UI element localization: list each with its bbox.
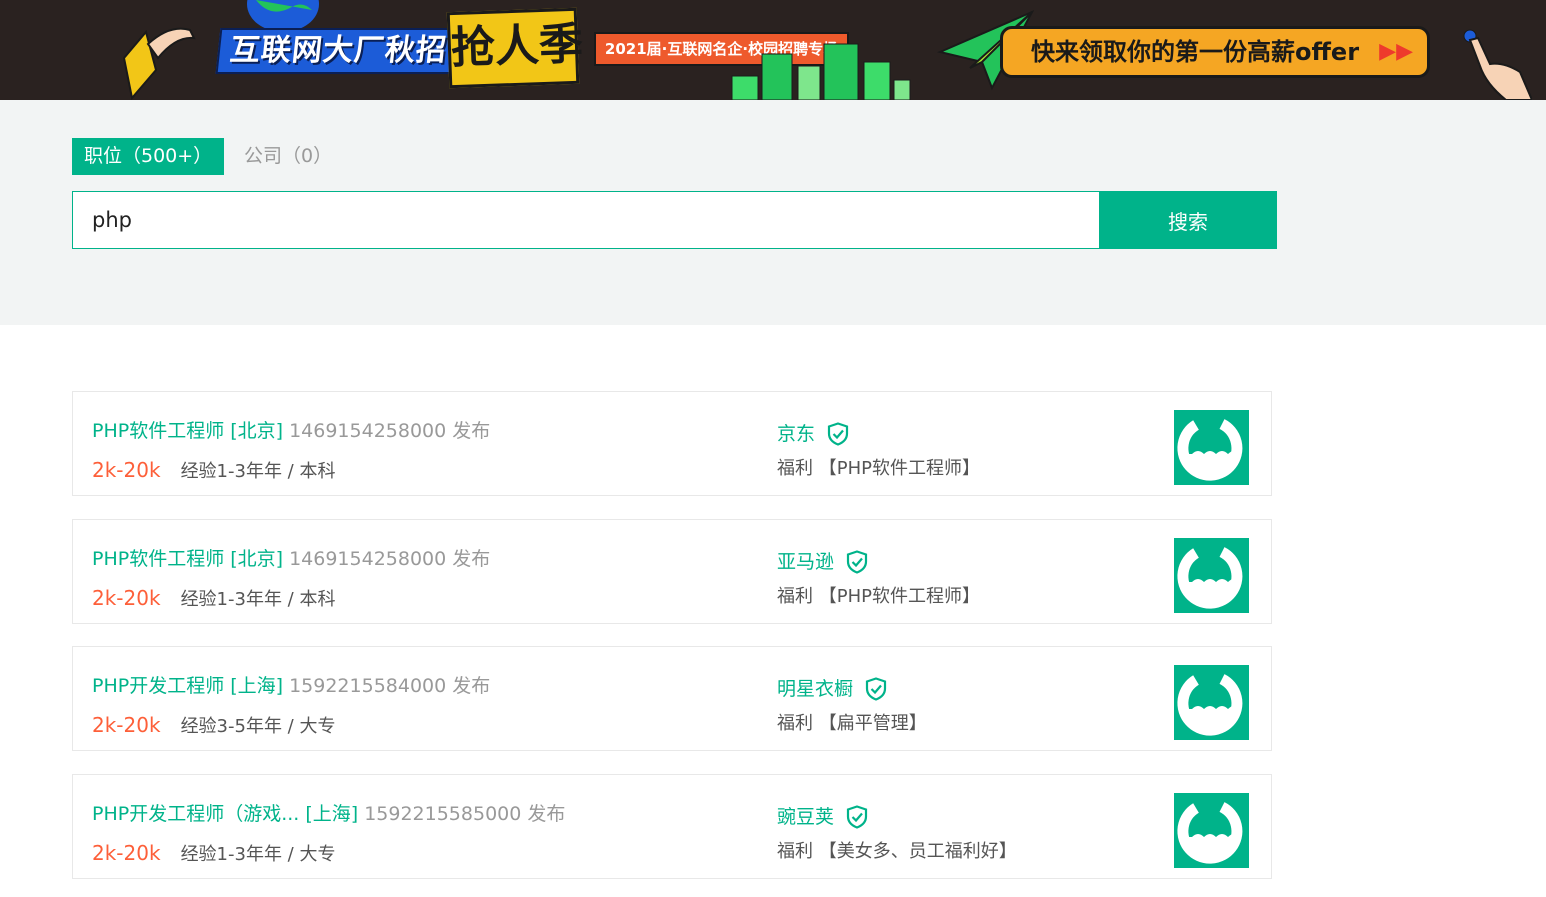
company-logo[interactable] [1174, 665, 1249, 740]
company-name-link[interactable]: 明星衣橱 [777, 675, 853, 703]
job-salary: 2k-20k [92, 841, 161, 865]
verified-shield-icon [846, 805, 868, 829]
job-title-line: PHP开发工程师 [上海] 1592215584000 发布 [92, 673, 490, 699]
pointing-hand-illustration [1463, 29, 1532, 100]
company-line: 亚马逊 [777, 548, 868, 576]
job-title-line: PHP开发工程师（游戏... [上海] 1592215585000 发布 [92, 801, 565, 827]
verified-shield-icon [865, 677, 887, 701]
job-meta-line: 2k-20k 经验3-5年年 / 大专 [92, 712, 335, 740]
hand-phone-illustration [122, 27, 196, 100]
job-post-time: 1592215585000 发布 [364, 803, 566, 825]
company-logo[interactable] [1174, 538, 1249, 613]
job-benefits: 福利 【美女多、员工福利好】 [777, 841, 1017, 862]
job-post-time: 1469154258000 发布 [289, 420, 491, 442]
job-title-line: PHP软件工程师 [北京] 1469154258000 发布 [92, 418, 490, 444]
company-line: 京东 [777, 420, 849, 448]
company-name-link[interactable]: 京东 [777, 420, 815, 448]
job-title-link[interactable]: PHP软件工程师 [北京] [92, 420, 283, 442]
job-salary: 2k-20k [92, 713, 161, 737]
job-meta-line: 2k-20k 经验1-3年年 / 大专 [92, 840, 335, 868]
job-requirements: 经验3-5年年 / 大专 [180, 716, 336, 737]
tab-positions[interactable]: 职位（500+） [72, 138, 225, 175]
job-card[interactable]: PHP软件工程师 [北京] 1469154258000 发布 2k-20k 经验1-… [72, 391, 1272, 496]
company-name-link[interactable]: 豌豆荚 [777, 803, 834, 831]
promo-banner[interactable]: 互联网大厂秋招 抢人季 2021届·互联网名企·校园招聘专场 快来领取你的第一份… [0, 0, 1546, 100]
job-post-time: 1469154258000 发布 [289, 548, 491, 570]
company-line: 豌豆荚 [777, 803, 868, 831]
job-title-link[interactable]: PHP开发工程师 [上海] [92, 675, 283, 697]
job-benefits: 福利 【PHP软件工程师】 [777, 586, 980, 607]
banner-offer-button[interactable]: 快来领取你的第一份高薪offer ▶▶ [1000, 26, 1430, 78]
job-title-link[interactable]: PHP软件工程师 [北京] [92, 548, 283, 570]
banner-title: 互联网大厂秋招 [215, 28, 462, 74]
search-button[interactable]: 搜索 [1099, 191, 1277, 249]
verified-shield-icon [827, 422, 849, 446]
job-requirements: 经验1-3年年 / 大专 [180, 844, 336, 865]
job-post-time: 1592215584000 发布 [289, 675, 491, 697]
tab-companies[interactable]: 公司（0） [244, 138, 332, 175]
job-title-line: PHP软件工程师 [北京] 1469154258000 发布 [92, 546, 490, 572]
job-salary: 2k-20k [92, 586, 161, 610]
double-arrow-right-icon: ▶▶ [1379, 39, 1413, 64]
verified-shield-icon [846, 550, 868, 574]
buildings-illustration [731, 43, 911, 100]
company-logo-icon [1177, 547, 1243, 609]
company-logo[interactable] [1174, 410, 1249, 485]
job-requirements: 经验1-3年年 / 本科 [180, 589, 336, 610]
job-requirements: 经验1-3年年 / 本科 [180, 461, 336, 482]
job-card[interactable]: PHP开发工程师（游戏... [上海] 1592215585000 发布 2k-2… [72, 774, 1272, 879]
job-salary: 2k-20k [92, 458, 161, 482]
job-meta-line: 2k-20k 经验1-3年年 / 本科 [92, 585, 335, 613]
company-line: 明星衣橱 [777, 675, 887, 703]
company-name-link[interactable]: 亚马逊 [777, 548, 834, 576]
job-benefits: 福利 【PHP软件工程师】 [777, 458, 980, 479]
search-panel: 职位（500+） 公司（0） 搜索 [0, 100, 1546, 325]
job-benefits: 福利 【扁平管理】 [777, 713, 927, 734]
company-logo-icon [1177, 802, 1243, 864]
job-meta-line: 2k-20k 经验1-3年年 / 本科 [92, 457, 335, 485]
banner-season: 抢人季 [446, 7, 584, 89]
job-title-link[interactable]: PHP开发工程师（游戏... [上海] [92, 803, 358, 825]
company-logo[interactable] [1174, 793, 1249, 868]
company-logo-icon [1177, 674, 1243, 736]
job-card[interactable]: PHP开发工程师 [上海] 1592215584000 发布 2k-20k 经验3-… [72, 646, 1272, 751]
job-card[interactable]: PHP软件工程师 [北京] 1469154258000 发布 2k-20k 经验1-… [72, 519, 1272, 624]
company-logo-icon [1177, 419, 1243, 481]
search-input[interactable] [72, 191, 1100, 249]
banner-offer-label: 快来领取你的第一份高薪offer [1031, 38, 1360, 66]
